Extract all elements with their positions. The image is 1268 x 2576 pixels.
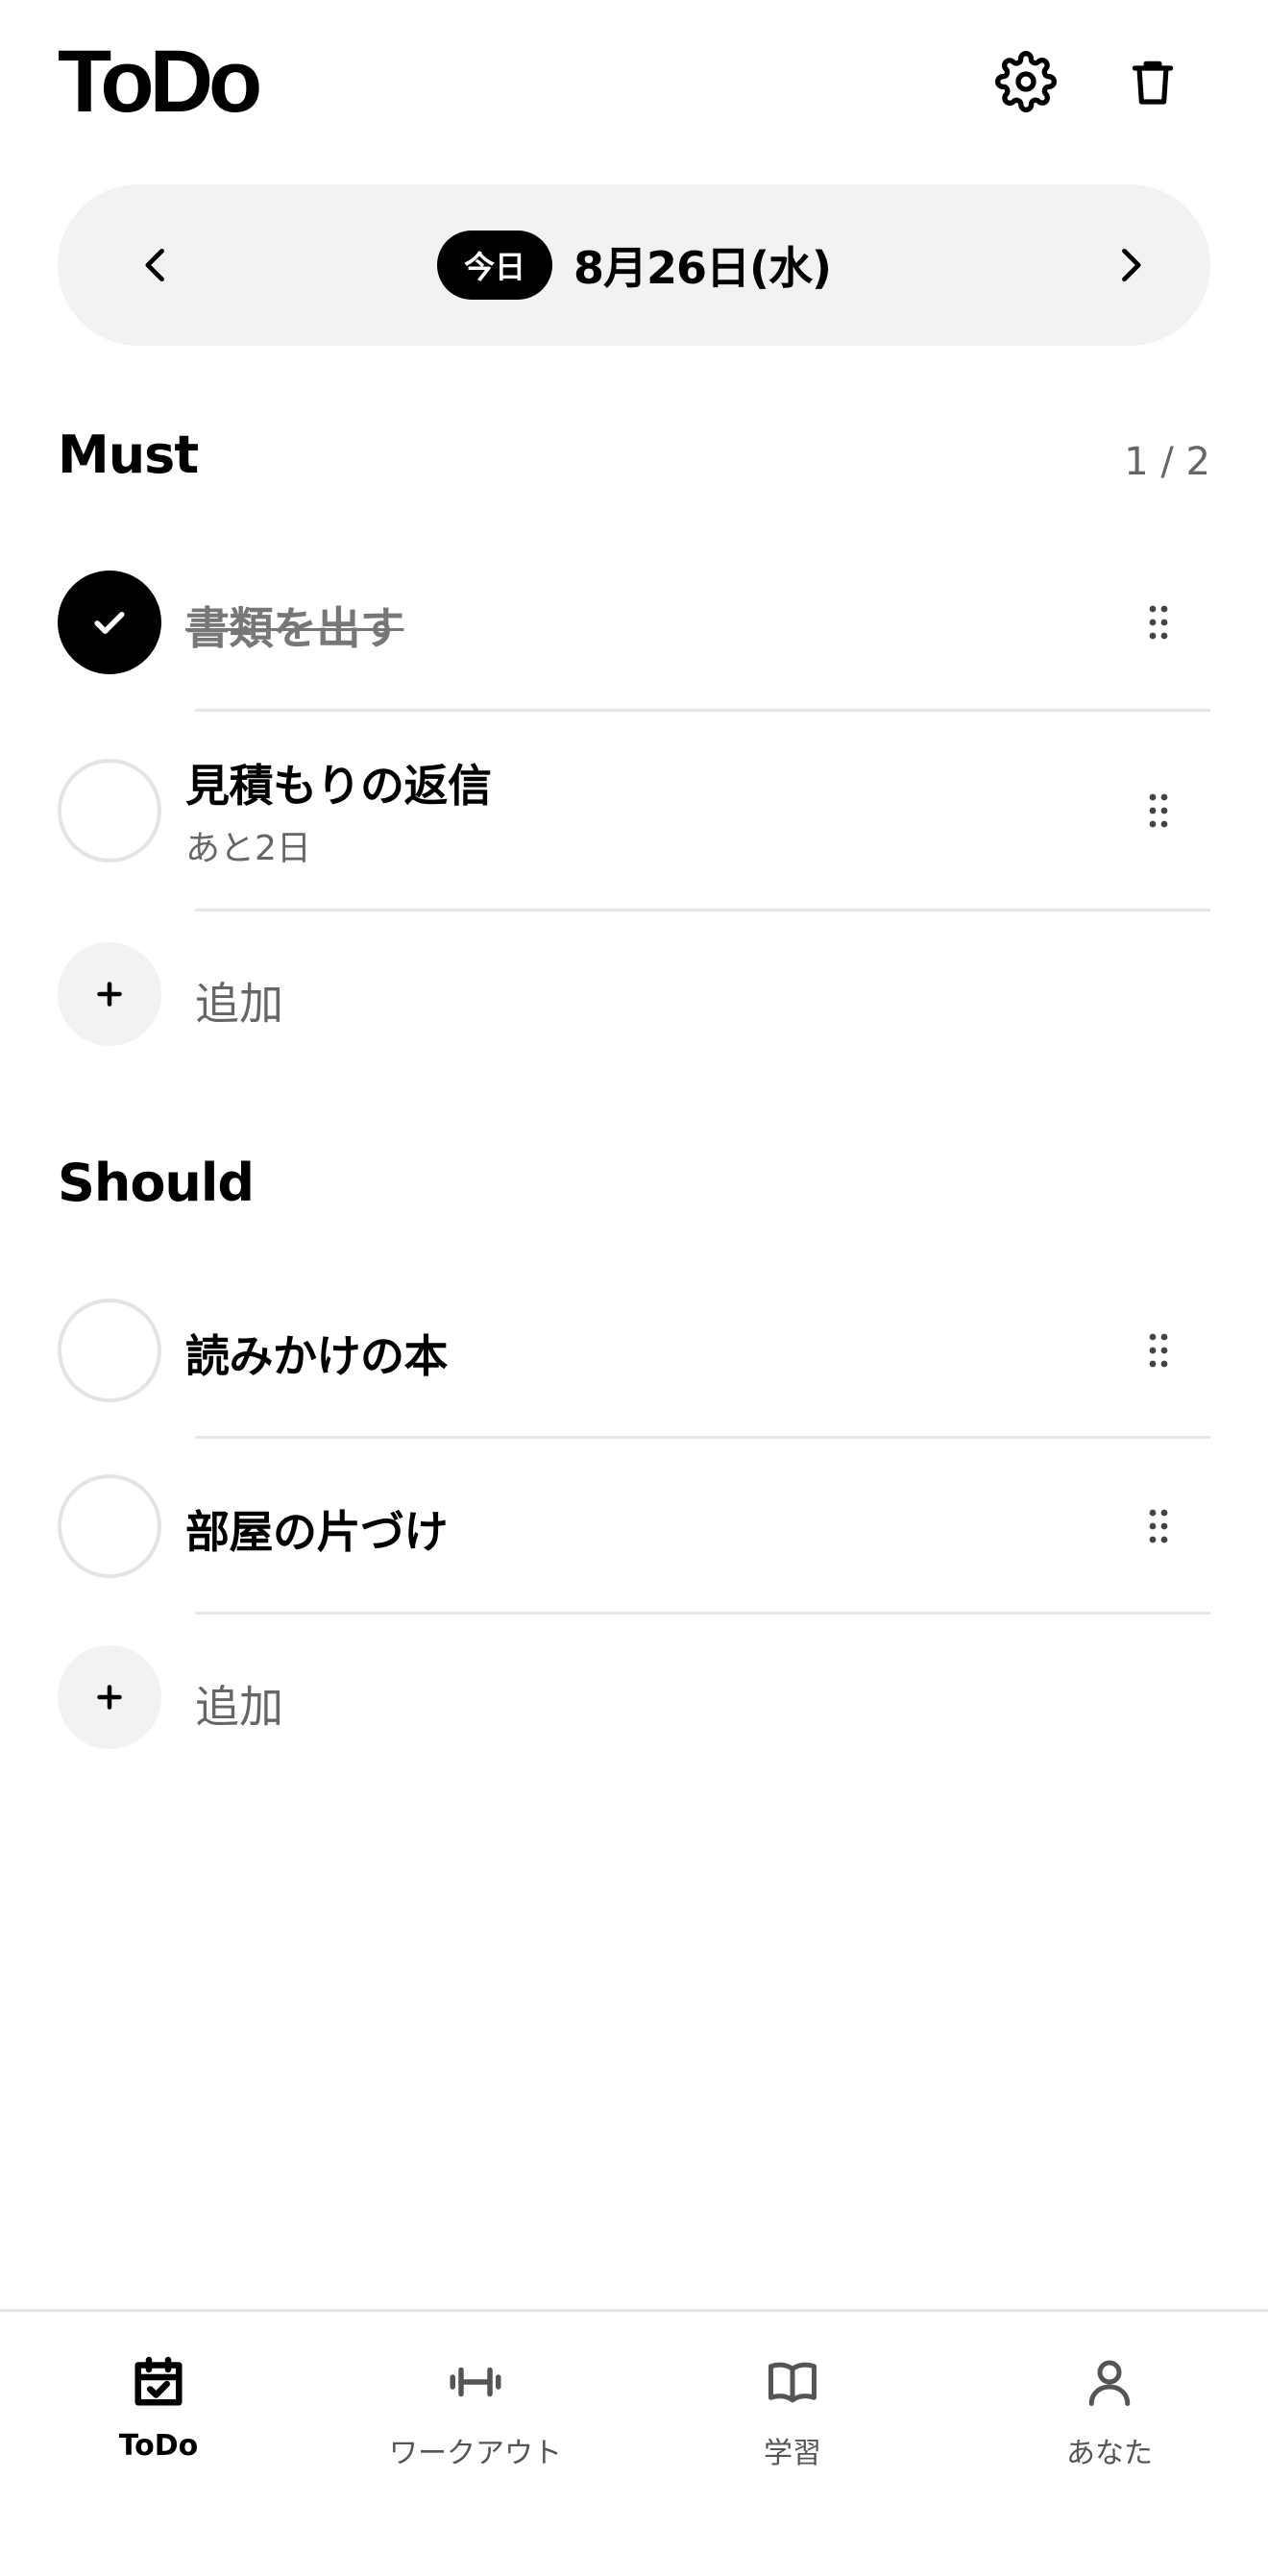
task-title[interactable]: 部屋の片づけ bbox=[185, 1497, 449, 1561]
tab-workout[interactable]: ワークアウト bbox=[317, 2341, 634, 2514]
date-navigator: 今日 8月26日(水) bbox=[58, 184, 1210, 346]
task-checkbox[interactable] bbox=[58, 1299, 161, 1402]
divider bbox=[195, 709, 1210, 712]
calendar-check-icon bbox=[134, 2356, 183, 2406]
add-label[interactable]: 追加 bbox=[195, 969, 283, 1033]
bottom-tab-bar: ToDo ワークアウト 学習 あなた bbox=[0, 2309, 1268, 2576]
add-button[interactable] bbox=[58, 1645, 161, 1749]
drag-handle-icon bbox=[1149, 1333, 1168, 1368]
add-button[interactable] bbox=[58, 942, 161, 1046]
trash-icon bbox=[1132, 61, 1174, 105]
drag-handle-icon bbox=[1149, 793, 1168, 828]
drag-handle[interactable] bbox=[1136, 594, 1181, 651]
app-title: ToDo bbox=[58, 33, 262, 131]
tab-label: 学習 bbox=[764, 2437, 821, 2470]
settings-button[interactable] bbox=[992, 48, 1060, 115]
task-title[interactable]: 読みかけの本 bbox=[185, 1322, 449, 1385]
task-checkbox-checked[interactable] bbox=[58, 571, 161, 674]
checkmark-icon bbox=[94, 612, 125, 634]
add-should-task-button[interactable]: 追加 bbox=[0, 1645, 1268, 1749]
tab-label: ワークアウト bbox=[389, 2437, 562, 2470]
person-icon bbox=[1088, 2360, 1131, 2406]
date-label: 8月26日(水) bbox=[573, 242, 832, 294]
task-title[interactable]: 見積もりの返信 bbox=[185, 751, 492, 814]
must-progress-count: 1 / 2 bbox=[1124, 440, 1210, 484]
task-checkbox[interactable] bbox=[58, 759, 161, 863]
plus-icon bbox=[97, 1685, 122, 1710]
task-due-text: あと2日 bbox=[185, 829, 311, 868]
tab-label: あなた bbox=[1066, 2437, 1153, 2470]
tab-study[interactable]: 学習 bbox=[634, 2341, 951, 2514]
gear-icon bbox=[995, 51, 1057, 112]
tab-todo[interactable]: ToDo bbox=[0, 2341, 317, 2514]
task-row[interactable]: 読みかけの本 bbox=[0, 1299, 1268, 1402]
tab-profile[interactable]: あなた bbox=[951, 2341, 1268, 2514]
task-row[interactable]: 部屋の片づけ bbox=[0, 1474, 1268, 1578]
dumbbell-icon bbox=[450, 2367, 501, 2397]
add-must-task-button[interactable]: 追加 bbox=[0, 942, 1268, 1046]
next-day-button[interactable] bbox=[1091, 227, 1168, 304]
should-section-title: Should bbox=[58, 1153, 255, 1213]
drag-handle-icon bbox=[1149, 605, 1168, 640]
must-section-title: Must bbox=[58, 425, 199, 485]
app-header: ToDo bbox=[0, 0, 1268, 173]
add-label[interactable]: 追加 bbox=[195, 1672, 283, 1736]
task-row[interactable]: 書類を出す bbox=[0, 571, 1268, 674]
task-title[interactable]: 書類を出す bbox=[185, 594, 404, 657]
today-badge[interactable]: 今日 bbox=[436, 231, 552, 300]
drag-handle[interactable] bbox=[1136, 1322, 1181, 1379]
chevron-right-icon bbox=[1122, 248, 1141, 282]
task-row[interactable]: 見積もりの返信 あと2日 bbox=[0, 759, 1268, 874]
tab-label: ToDo bbox=[118, 2429, 199, 2463]
plus-icon bbox=[97, 982, 122, 1007]
task-checkbox[interactable] bbox=[58, 1474, 161, 1578]
delete-button[interactable] bbox=[1119, 48, 1186, 115]
divider bbox=[195, 1612, 1210, 1615]
current-date[interactable]: 今日 8月26日(水) bbox=[58, 184, 1210, 346]
divider bbox=[195, 1436, 1210, 1439]
book-icon bbox=[768, 2362, 817, 2403]
drag-handle[interactable] bbox=[1136, 782, 1181, 839]
divider bbox=[195, 909, 1210, 911]
drag-handle-icon bbox=[1149, 1509, 1168, 1543]
drag-handle[interactable] bbox=[1136, 1497, 1181, 1555]
